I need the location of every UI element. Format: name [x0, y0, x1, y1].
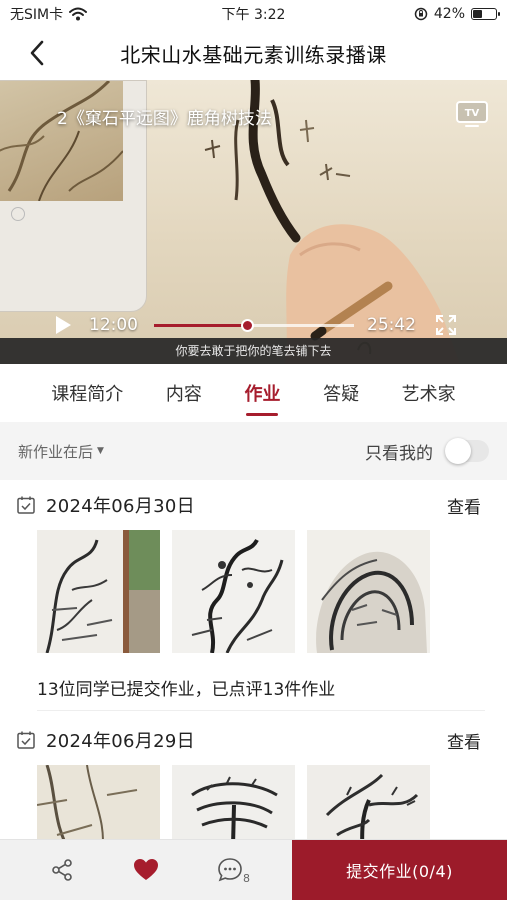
submit-homework-button[interactable]: 提交作业(0/4): [292, 840, 507, 900]
progress-knob[interactable]: [241, 319, 255, 332]
fullscreen-icon[interactable]: [434, 313, 458, 337]
carrier-label: 无SIM卡: [10, 7, 64, 23]
calendar-check-icon: [17, 731, 35, 749]
sort-label: 新作业在后: [18, 442, 94, 461]
status-bar: 无SIM卡 下午 3:22 42%: [0, 0, 507, 28]
view-button[interactable]: 查看: [447, 728, 491, 753]
bottom-icons: 8: [0, 840, 292, 900]
page-title: 北宋山水基础元素训练录播课: [120, 42, 387, 67]
homework-thumbnail[interactable]: [172, 765, 295, 840]
share-button[interactable]: [45, 853, 79, 887]
tab-qa[interactable]: 答疑: [323, 376, 359, 410]
filter-row: 新作业在后 ▼ 只看我的: [0, 422, 507, 480]
video-player[interactable]: 2《窠石平远图》鹿角树技法 TV 12:00 25:42 你要去敢于把你的笔去铺…: [0, 80, 507, 364]
homework-thumbnail[interactable]: [172, 530, 295, 653]
comment-icon: [218, 858, 242, 882]
video-controls: 12:00 25:42: [0, 306, 507, 342]
homework-summary: 13位同学已提交作业，已点评13件作业: [37, 653, 485, 711]
homework-card: 2024年06月30日 查看 13位同学已提交作业，已点评13件作业: [0, 480, 507, 711]
chevron-left-icon: [30, 40, 44, 66]
view-button[interactable]: 查看: [447, 493, 491, 518]
battery-percent: 42%: [433, 6, 465, 22]
back-button[interactable]: [22, 38, 52, 68]
subtitle-text: 你要去敢于把你的笔去铺下去: [0, 338, 507, 364]
tab-homework[interactable]: 作业: [244, 376, 280, 416]
homework-thumbnail[interactable]: [37, 765, 160, 840]
status-left: 无SIM卡: [10, 4, 414, 24]
nav-bar: 北宋山水基础元素训练录播课: [0, 28, 507, 78]
play-icon[interactable]: [52, 314, 74, 336]
only-mine-toggle[interactable]: [445, 438, 489, 464]
tab-intro[interactable]: 课程简介: [51, 376, 123, 410]
caret-down-icon: ▼: [97, 446, 104, 456]
orientation-lock-icon: [414, 7, 428, 21]
only-mine-label: 只看我的: [365, 443, 433, 464]
homework-header: 2024年06月30日 查看: [16, 480, 491, 530]
status-right: 42%: [414, 6, 500, 22]
homework-thumbnails: [16, 530, 491, 653]
total-time: 25:42: [367, 315, 416, 335]
homework-date: 2024年06月29日: [46, 731, 195, 752]
homework-date: 2024年06月30日: [46, 496, 195, 517]
battery-level: [473, 10, 483, 18]
comment-count: 8: [243, 872, 250, 885]
current-time: 12:00: [89, 315, 138, 335]
homework-list: 2024年06月30日 查看 13位同学已提交作业，已点评13件作业 2024年…: [0, 480, 507, 840]
comment-button[interactable]: 8: [213, 853, 250, 887]
progress-bar[interactable]: [154, 319, 354, 332]
share-icon: [52, 859, 72, 881]
tab-content[interactable]: 内容: [166, 376, 202, 410]
only-mine-filter: 只看我的: [365, 438, 489, 464]
course-tabs: 课程简介 内容 作业 答疑 艺术家: [0, 364, 507, 422]
homework-thumbnail[interactable]: [307, 765, 430, 840]
bottom-action-bar: 8 提交作业(0/4): [0, 839, 507, 900]
homework-thumbnails: [16, 765, 491, 840]
heart-icon: [134, 859, 158, 880]
progress-fill: [154, 324, 248, 327]
tv-cast-icon[interactable]: TV: [455, 100, 489, 128]
svg-text:TV: TV: [465, 108, 480, 119]
like-button[interactable]: [129, 853, 163, 887]
homework-thumbnail[interactable]: [37, 530, 160, 653]
homework-thumbnail[interactable]: [307, 530, 430, 653]
calendar-check-icon: [17, 496, 35, 514]
wifi-icon: [69, 7, 88, 21]
video-title: 2《窠石平远图》鹿角树技法: [57, 109, 272, 129]
battery-icon: [471, 8, 500, 20]
sort-dropdown[interactable]: 新作业在后 ▼: [18, 441, 104, 462]
toggle-knob: [445, 438, 471, 464]
homework-card: 2024年06月29日 查看: [0, 715, 507, 840]
tab-artist[interactable]: 艺术家: [402, 376, 456, 410]
homework-header: 2024年06月29日 查看: [16, 715, 491, 765]
